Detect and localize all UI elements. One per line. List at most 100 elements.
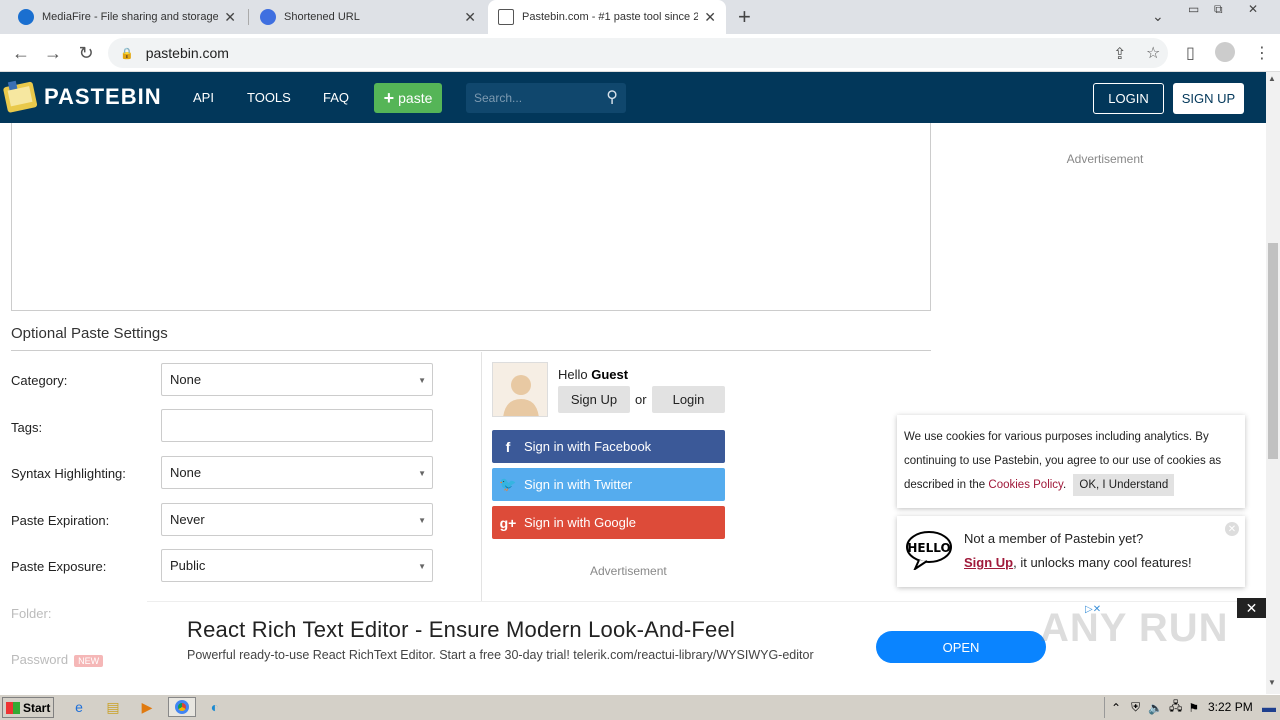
syntax-highlighting-label: Syntax Highlighting:	[11, 466, 126, 481]
lock-icon: 🔒	[120, 47, 134, 60]
cookies-policy-link[interactable]: Cookies Policy	[988, 479, 1063, 491]
more-menu-icon[interactable]: ⋮	[1254, 43, 1270, 63]
category-select[interactable]: None ▼	[161, 363, 433, 396]
tab-title: Pastebin.com - #1 paste tool since 20	[522, 11, 699, 23]
banner-body: Powerful ready-to-use React RichText Edi…	[187, 648, 814, 662]
new-tab-button[interactable]: +	[738, 4, 751, 30]
plus-icon: +	[383, 87, 395, 108]
paste-expiration-label: Paste Expiration:	[11, 513, 110, 528]
syntax-highlighting-select[interactable]: None ▼	[161, 456, 433, 489]
nav-faq[interactable]: FAQ	[323, 90, 349, 105]
password-label: Password NEW	[11, 652, 104, 667]
dropdown-caret-icon: ▼	[418, 562, 426, 571]
mediafire-favicon-icon	[18, 9, 34, 25]
edge-icon[interactable]: ◐	[204, 697, 226, 717]
pastebin-header	[0, 72, 1266, 123]
close-prompt-icon[interactable]: ✕	[1225, 522, 1239, 536]
twitter-signin-button[interactable]: 🐦 Sign in with Twitter	[492, 468, 725, 501]
twitter-icon: 🐦	[499, 476, 517, 492]
cookie-ok-button[interactable]: OK, I Understand	[1073, 474, 1175, 496]
banner-headline[interactable]: React Rich Text Editor - Ensure Modern L…	[187, 617, 735, 643]
guest-avatar	[492, 362, 548, 417]
paste-exposure-select[interactable]: Public ▼	[161, 549, 433, 582]
scrollbar-thumb[interactable]	[1268, 243, 1278, 459]
address-bar[interactable]: 🔒 pastebin.com	[108, 38, 1168, 68]
scroll-up-icon[interactable]: ▲	[1268, 74, 1276, 83]
signup-prompt: HELLO Not a member of Pastebin yet? Sign…	[897, 516, 1245, 587]
twitter-label: Sign in with Twitter	[524, 477, 633, 492]
guest-name: Guest	[591, 367, 629, 382]
shield-icon[interactable]: ⛨	[1131, 700, 1140, 715]
prompt-line-1: Not a member of Pastebin yet?	[964, 531, 1144, 546]
google-signin-button[interactable]: g+ Sign in with Google	[492, 506, 725, 539]
close-tab-icon[interactable]: ✕	[704, 9, 716, 26]
advertisement-label: Advertisement	[590, 564, 667, 578]
search-placeholder: Search...	[474, 91, 523, 105]
close-tab-icon[interactable]: ✕	[224, 9, 236, 26]
shortened-url-favicon-icon	[260, 9, 276, 25]
paste-expiration-select[interactable]: Never ▼	[161, 503, 433, 536]
header-signup-button[interactable]: SIGN UP	[1173, 83, 1244, 114]
pastebin-logo-icon[interactable]	[3, 78, 39, 114]
reload-icon[interactable]: ↻	[73, 40, 99, 66]
close-tab-icon[interactable]: ✕	[464, 9, 476, 26]
facebook-label: Sign in with Facebook	[524, 439, 652, 454]
tray-arrow-icon[interactable]: ⌃	[1111, 701, 1121, 715]
search-icon[interactable]: ⚲	[606, 87, 618, 107]
network-icon[interactable]: 🖧	[1169, 697, 1182, 718]
clock[interactable]: 3:22 PM	[1208, 700, 1253, 714]
start-button[interactable]: Start	[2, 697, 54, 718]
dropdown-caret-icon: ▼	[418, 516, 426, 525]
forward-icon[interactable]: →	[40, 40, 66, 66]
prompt-signup-link[interactable]: Sign Up	[964, 555, 1013, 570]
close-window-icon[interactable]: ✕	[1248, 2, 1258, 16]
restore-icon[interactable]: ⧉	[1214, 2, 1223, 17]
pastebin-brand[interactable]: PASTEBIN	[44, 84, 162, 110]
volume-icon[interactable]: 🔈	[1148, 701, 1163, 715]
show-desktop-icon[interactable]: ▬	[1258, 697, 1280, 717]
facebook-signin-button[interactable]: f Sign in with Facebook	[492, 430, 725, 463]
scroll-down-icon[interactable]: ▼	[1268, 678, 1276, 687]
paste-textarea[interactable]	[11, 123, 931, 311]
browser-tab-shortened-url[interactable]: Shortened URL ✕	[250, 0, 486, 34]
new-paste-button[interactable]: + paste	[374, 83, 442, 113]
browser-tab-mediafire[interactable]: MediaFire - File sharing and storage m ✕	[8, 0, 246, 34]
media-player-icon[interactable]: ▶	[136, 697, 158, 717]
ie-icon[interactable]: e	[68, 697, 90, 717]
tab-search-icon[interactable]: ⌄	[1152, 8, 1164, 25]
guest-login-button[interactable]: Login	[652, 386, 725, 413]
google-plus-icon: g+	[499, 514, 517, 531]
banner-open-button[interactable]: OPEN	[876, 631, 1046, 663]
chrome-icon[interactable]	[168, 697, 196, 717]
side-panel-icon[interactable]: ▯	[1186, 43, 1195, 63]
flag-icon[interactable]: ⚑	[1188, 701, 1199, 715]
hello-text: Hello	[558, 367, 588, 382]
password-label-text: Password	[11, 652, 69, 667]
browser-tab-pastebin[interactable]: Pastebin.com - #1 paste tool since 20 ✕	[488, 0, 726, 34]
category-value: None	[170, 372, 202, 387]
nav-api[interactable]: API	[193, 90, 214, 105]
share-icon[interactable]: ⇪	[1113, 44, 1126, 64]
search-input[interactable]: Search... ⚲	[466, 83, 626, 113]
windows-logo-icon	[6, 701, 20, 714]
guest-signup-button[interactable]: Sign Up	[558, 386, 630, 413]
nav-tools[interactable]: TOOLS	[247, 90, 291, 105]
guest-silhouette-icon	[503, 375, 539, 416]
paste-exposure-label: Paste Exposure:	[11, 559, 107, 574]
close-banner-icon[interactable]: ✕	[1237, 598, 1266, 618]
tags-input[interactable]	[161, 409, 433, 442]
header-login-button[interactable]: LOGIN	[1093, 83, 1164, 114]
google-label: Sign in with Google	[524, 515, 637, 530]
minimize-icon[interactable]: ▭	[1188, 2, 1199, 16]
back-icon[interactable]: ←	[8, 40, 34, 66]
new-badge: NEW	[74, 654, 104, 667]
cookie-text-end: .	[1062, 479, 1067, 491]
system-tray: ⌃ ⛨ 🔈 🖧 ⚑	[1104, 697, 1280, 718]
start-label: Start	[23, 700, 51, 715]
hello-guest: Hello Guest	[558, 367, 628, 382]
profile-avatar-icon[interactable]	[1215, 42, 1235, 62]
facebook-icon: f	[505, 438, 511, 455]
folder-label: Folder:	[11, 606, 52, 621]
explorer-folder-icon[interactable]: ▤	[102, 697, 124, 717]
bookmark-star-icon[interactable]: ☆	[1146, 43, 1160, 63]
